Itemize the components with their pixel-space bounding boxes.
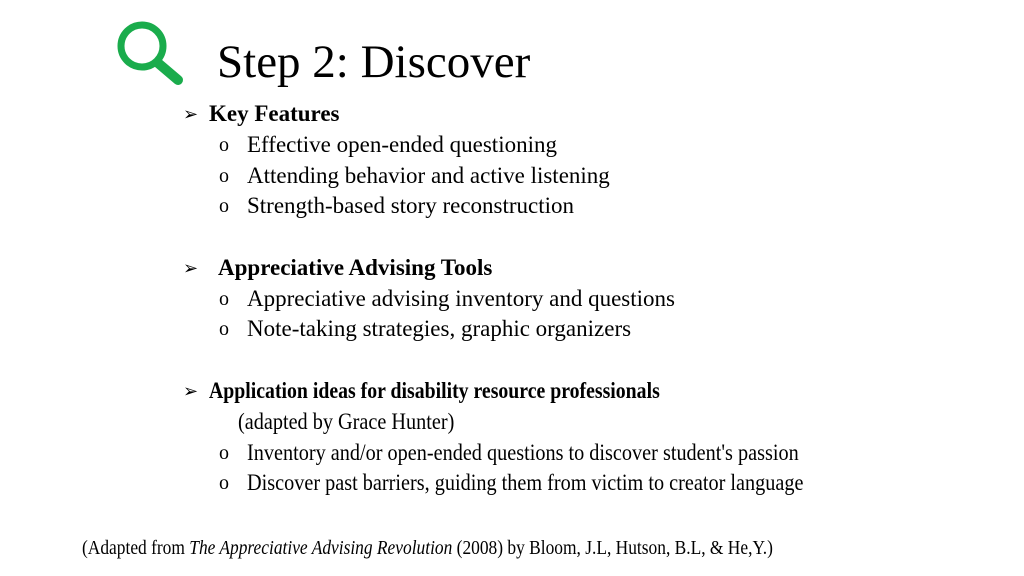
list-item: Note-taking strategies, graphic organize… xyxy=(247,316,632,341)
circle-bullet-icon: o xyxy=(219,195,229,217)
circle-bullet-icon: o xyxy=(219,288,229,310)
arrow-bullet-icon: ➢ xyxy=(183,104,199,124)
list-item: Appreciative advising inventory and ques… xyxy=(247,286,675,311)
list-item: Strength-based story reconstruction xyxy=(247,193,575,218)
list-item: Inventory and/or open-ended questions to… xyxy=(247,440,799,465)
list-item: Effective open-ended questioning xyxy=(247,132,557,157)
section-note: (adapted by Grace Hunter) xyxy=(238,409,455,434)
citation-book-title: The Appreciative Advising Revolution xyxy=(189,537,453,559)
citation: (Adapted from The Appreciative Advising … xyxy=(82,534,773,562)
magnifying-glass-icon xyxy=(117,21,183,85)
arrow-bullet-icon: ➢ xyxy=(183,381,199,401)
slide-title: Step 2: Discover xyxy=(217,36,531,88)
section-heading: Application ideas for disability resourc… xyxy=(209,378,660,403)
circle-bullet-icon: o xyxy=(219,472,229,494)
arrow-bullet-icon: ➢ xyxy=(183,258,199,278)
section-heading: Key Features xyxy=(209,101,340,126)
citation-prefix: (Adapted from xyxy=(82,537,190,559)
list-item: Attending behavior and active listening xyxy=(247,163,610,188)
circle-bullet-icon: o xyxy=(219,134,229,156)
section-heading: Appreciative Advising Tools xyxy=(218,255,493,280)
citation-suffix: (2008) by Bloom, J.L, Hutson, B.L, & He,… xyxy=(452,537,773,559)
circle-bullet-icon: o xyxy=(219,442,229,464)
list-item: Discover past barriers, guiding them fro… xyxy=(247,470,804,495)
circle-bullet-icon: o xyxy=(219,318,229,340)
circle-bullet-icon: o xyxy=(219,165,229,187)
